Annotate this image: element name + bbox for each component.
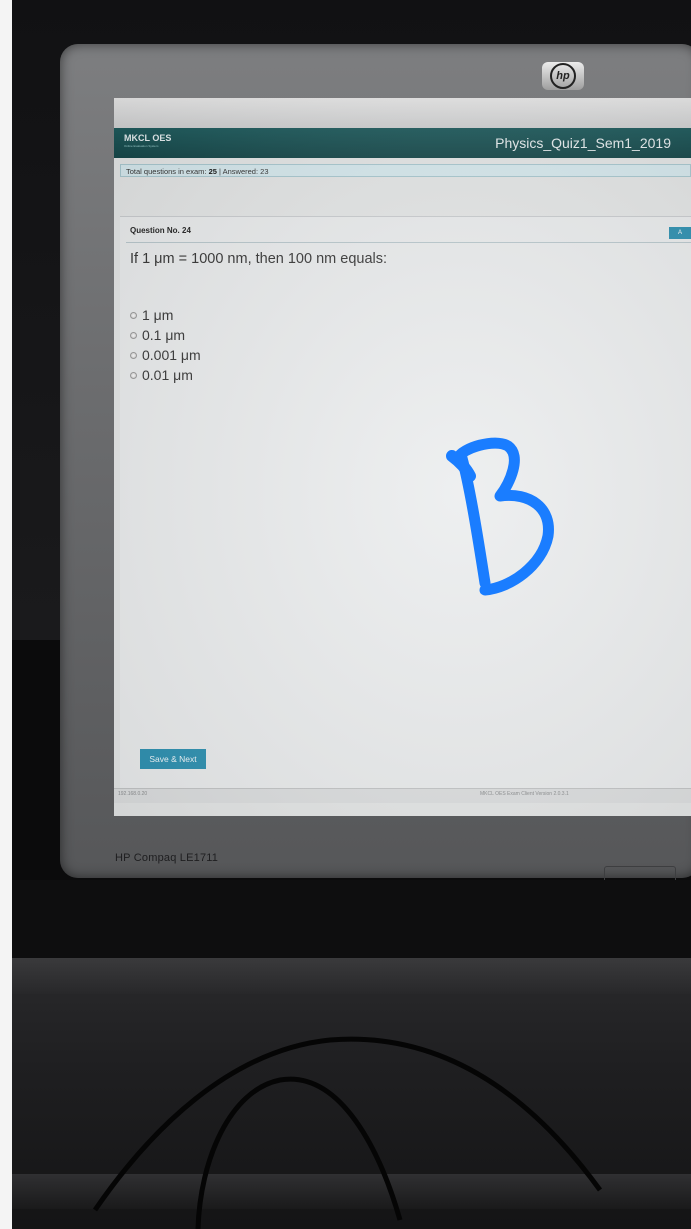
corner-button[interactable]: A <box>669 227 691 239</box>
exam-title: Physics_Quiz1_Sem1_2019 <box>495 135 671 151</box>
radio-option-4[interactable] <box>130 371 137 379</box>
cables <box>92 1036 603 1229</box>
app-brand: MKCL OES Online Evaluation System <box>124 133 171 148</box>
answer-options: 1 μm 0.1 μm 0.001 μm 0.01 μm <box>130 305 201 385</box>
footer-ip: 192.168.0.20 <box>118 791 148 797</box>
app-name: MKCL OES <box>124 133 172 143</box>
total-count: 25 <box>208 167 217 176</box>
info-separator: | <box>219 167 221 176</box>
radio-option-2[interactable] <box>130 331 137 339</box>
question-panel: Question No. 24 A If 1 μm = 1000 nm, the… <box>120 216 691 797</box>
answered-count: 23 <box>260 167 269 176</box>
option-label: 1 μm <box>142 307 174 323</box>
answered-label: Answered: <box>222 167 259 176</box>
option-2[interactable]: 0.1 μm <box>130 325 201 345</box>
option-label: 0.001 μm <box>142 347 201 363</box>
hp-logo: hp <box>542 62 584 90</box>
browser-top-strip <box>114 98 691 128</box>
exam-info-bar: Total questions in exam: 25 | Answered: … <box>120 164 691 177</box>
monitor-model-label: HP Compaq LE1711 <box>115 852 219 864</box>
app-subtitle: Online Evaluation System <box>124 144 159 148</box>
hp-logo-text: hp <box>556 70 570 82</box>
desk-surface <box>12 880 691 960</box>
handwritten-letter-b <box>446 437 554 596</box>
app-footer: 192.168.0.20 MKCL OES Exam Client Versio… <box>114 788 691 803</box>
question-divider <box>126 242 691 243</box>
option-3[interactable]: 0.001 μm <box>130 345 201 365</box>
question-number: Question No. 24 <box>130 226 191 235</box>
option-4[interactable]: 0.01 μm <box>130 365 201 385</box>
option-label: 0.1 μm <box>142 327 186 343</box>
option-label: 0.01 μm <box>142 367 193 383</box>
save-next-button[interactable]: Save & Next <box>140 749 206 769</box>
monitor-screen: MKCL OES Online Evaluation System Physic… <box>114 98 691 816</box>
keyboard-tray-edge <box>12 958 691 994</box>
total-label: Total questions in exam: <box>126 167 207 176</box>
question-text: If 1 μm = 1000 nm, then 100 nm equals: <box>130 251 388 267</box>
radio-option-1[interactable] <box>130 311 137 319</box>
option-1[interactable]: 1 μm <box>130 305 201 325</box>
footer-version: MKCL OES Exam Client Version 2.0.3.1 <box>480 791 569 797</box>
radio-option-3[interactable] <box>130 351 137 359</box>
app-header: MKCL OES Online Evaluation System Physic… <box>114 128 691 158</box>
